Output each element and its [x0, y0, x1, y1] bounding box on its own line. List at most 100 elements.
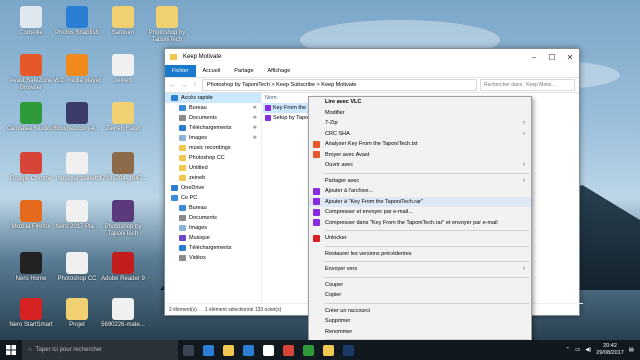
- tab-accueil[interactable]: Accueil: [196, 65, 228, 77]
- pin-icon[interactable]: ✱: [253, 105, 257, 111]
- clock[interactable]: 20:42 29/08/2017: [596, 343, 624, 357]
- context-menu-item[interactable]: Envoyer vers ›: [309, 264, 531, 275]
- nav-item[interactable]: Documents ✱: [165, 113, 261, 123]
- taskbar-app-explorer-2[interactable]: [318, 340, 338, 360]
- nav-item-label: Documents: [189, 215, 217, 221]
- app-icon: [112, 6, 134, 28]
- context-menu-item[interactable]: Renommer: [309, 327, 531, 338]
- taskbar-app-task-view[interactable]: [178, 340, 198, 360]
- nav-item[interactable]: zeineb: [165, 173, 261, 183]
- taskbar-app-file-explorer[interactable]: [218, 340, 238, 360]
- nav-item[interactable]: Images ✱: [165, 133, 261, 143]
- context-menu-item[interactable]: Supprimer: [309, 316, 531, 327]
- minimize-icon[interactable]: –: [525, 53, 543, 62]
- network-icon[interactable]: ▭: [575, 347, 580, 353]
- breadcrumb-item[interactable]: Keep Motivate: [321, 82, 356, 88]
- desktop-icon[interactable]: Zeineb Flash: [92, 102, 154, 133]
- context-menu-item[interactable]: Couper: [309, 280, 531, 291]
- folder-icon: [171, 95, 178, 101]
- back-arrow-icon[interactable]: ←: [169, 82, 177, 89]
- clock-date: 29/08/2017: [596, 350, 624, 356]
- context-menu-item[interactable]: Partager avec ›: [309, 176, 531, 187]
- nav-item[interactable]: Bureau ✱: [165, 103, 261, 113]
- nav-item[interactable]: music recordings: [165, 143, 261, 153]
- desktop-icon[interactable]: 17931704_1647...: [92, 152, 154, 183]
- close-icon[interactable]: ✕: [561, 53, 579, 62]
- tab-partage[interactable]: Partage: [227, 65, 260, 77]
- file-item[interactable]: Key From the: [263, 103, 313, 113]
- context-menu-item[interactable]: Ouvrir avec ›: [309, 160, 531, 171]
- app-icon: [20, 102, 42, 124]
- nav-item[interactable]: Bureau: [165, 203, 261, 213]
- nav-item-label: OneDrive: [181, 185, 205, 191]
- nav-item[interactable]: Ce PC: [165, 193, 261, 203]
- taskbar-search-input[interactable]: ○ Taper ici pour rechercher: [22, 340, 178, 360]
- breadcrumb-item[interactable]: Keep Subscribe: [276, 82, 315, 88]
- tab-fichier[interactable]: Fichier: [165, 65, 196, 77]
- forward-arrow-icon[interactable]: →: [180, 82, 188, 89]
- desktop-icon[interactable]: zeineb: [92, 54, 154, 85]
- volume-icon[interactable]: ◀): [585, 347, 591, 353]
- context-menu-item[interactable]: Ajouter à l'archive...: [309, 186, 531, 197]
- nav-item[interactable]: Documents: [165, 213, 261, 223]
- menu-separator: [325, 230, 529, 231]
- taskbar-app-hp[interactable]: [258, 340, 278, 360]
- desktop-icon[interactable]: Adobe Reader 9: [92, 252, 154, 283]
- up-arrow-icon[interactable]: ↑: [191, 82, 199, 89]
- folder-icon: [179, 115, 186, 121]
- nav-item[interactable]: Photoshop CC: [165, 153, 261, 163]
- context-menu-item[interactable]: Compresser dans "Key From the TaponiTech…: [309, 218, 531, 229]
- taskbar-app-store[interactable]: [238, 340, 258, 360]
- context-menu-item[interactable]: Modifier: [309, 108, 531, 119]
- desktop-icon-label: 17931704_1647...: [98, 176, 148, 182]
- nav-item[interactable]: Musique: [165, 233, 261, 243]
- context-menu-item[interactable]: Unlocker: [309, 233, 531, 244]
- nav-item[interactable]: Images: [165, 223, 261, 233]
- desktop-icon[interactable]: Photoshop by TaponiTech: [92, 200, 154, 238]
- context-menu-item[interactable]: Créer un raccourci: [309, 306, 531, 317]
- desktop-icon[interactable]: 5690226-mate...: [92, 298, 154, 329]
- taskbar-app-camtasia[interactable]: [298, 340, 318, 360]
- taskbar-app-edge[interactable]: [198, 340, 218, 360]
- context-menu-item[interactable]: Copier: [309, 290, 531, 301]
- breadcrumb-item[interactable]: Photoshop by TaponiTech: [207, 82, 270, 88]
- context-menu-label: Ajouter à "Key From the TaponiTech.rar": [325, 198, 423, 205]
- file-item[interactable]: Setup by Tapo: [263, 113, 313, 123]
- context-menu-item[interactable]: Lire avec VLC: [309, 97, 531, 108]
- pin-icon[interactable]: ✱: [253, 115, 257, 121]
- search-input[interactable]: Rechercher dans : Keep Motiv...: [480, 79, 575, 91]
- context-menu-item[interactable]: 7-Zip ›: [309, 118, 531, 129]
- context-menu-label: Lire avec VLC: [325, 99, 362, 106]
- start-button[interactable]: [0, 340, 22, 360]
- nav-item[interactable]: OneDrive: [165, 183, 261, 193]
- pin-icon[interactable]: ✱: [253, 125, 257, 131]
- chevron-up-icon[interactable]: ⌃: [565, 347, 570, 353]
- nav-item[interactable]: Accès rapide: [165, 93, 261, 103]
- desktop-icon[interactable]: Photoshop by TaponiTech: [136, 6, 198, 44]
- nav-item[interactable]: Téléchargements: [165, 243, 261, 253]
- desktop-icon-label: 5690226-mate...: [101, 322, 145, 328]
- search-icon: ○: [28, 347, 32, 353]
- notifications-icon[interactable]: ▤: [629, 347, 634, 353]
- address-bar[interactable]: Photoshop by TaponiTech > Keep Subscribe…: [202, 79, 477, 91]
- taskbar-app-chrome[interactable]: [278, 340, 298, 360]
- pin-icon[interactable]: ✱: [253, 135, 257, 141]
- app-icon: [112, 252, 134, 274]
- nav-item[interactable]: Vidéos: [165, 253, 261, 263]
- maximize-icon[interactable]: ☐: [543, 53, 561, 62]
- context-menu-item[interactable]: Analyser Key From the TaponiTech.txt: [309, 139, 531, 150]
- context-menu-item[interactable]: Broyer avec Avast: [309, 150, 531, 161]
- file-name: Key From the: [273, 105, 307, 111]
- menu-separator: [325, 245, 529, 247]
- app-icon: [20, 152, 42, 174]
- context-menu-item[interactable]: Compresser et envoyer par e-mail...: [309, 207, 531, 218]
- menu-item-icon: [313, 140, 320, 148]
- nav-item[interactable]: Untitled: [165, 163, 261, 173]
- nav-item[interactable]: Téléchargements ✱: [165, 123, 261, 133]
- context-menu-item[interactable]: Ajouter à "Key From the TaponiTech.rar": [309, 196, 531, 207]
- taskbar-app-photoshop[interactable]: [338, 340, 358, 360]
- menu-separator: [325, 302, 529, 304]
- context-menu-item[interactable]: CRC SHA ›: [309, 129, 531, 140]
- context-menu-item[interactable]: Restaurer les versions précédentes: [309, 249, 531, 260]
- tab-affichage[interactable]: Affichage: [261, 65, 298, 77]
